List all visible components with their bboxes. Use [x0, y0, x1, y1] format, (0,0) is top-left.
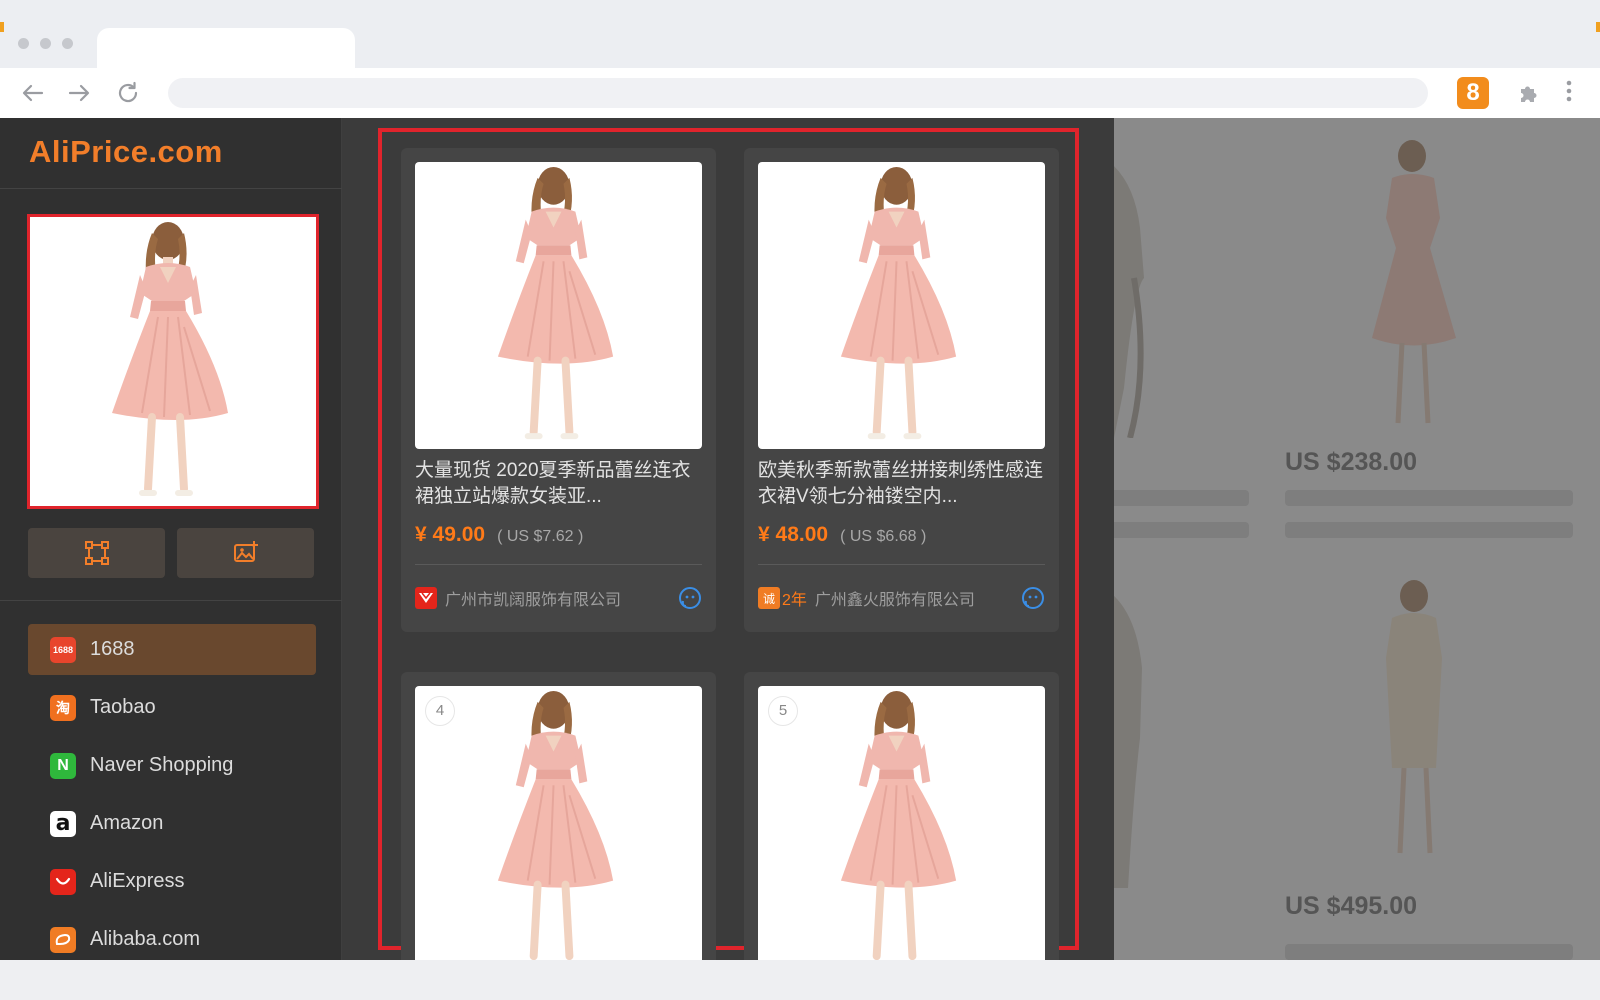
dress-image — [840, 166, 957, 440]
window-dot-close[interactable] — [18, 38, 29, 49]
1688-icon: 1688 — [50, 636, 76, 663]
chat-icon[interactable] — [678, 586, 702, 610]
window-corner-mark — [0, 22, 4, 32]
taobao-icon: 淘 — [50, 694, 76, 721]
reload-icon[interactable] — [115, 80, 141, 106]
site-list: 1688 1688 淘 Taobao N Naver Shopping a Am… — [28, 624, 316, 960]
image-upload-icon — [233, 541, 258, 562]
sidebar-item-alibaba[interactable]: Alibaba.com — [28, 914, 316, 960]
back-arrow-icon[interactable] — [20, 80, 46, 106]
aliprice-panel: AliPrice.com 1688 1688 淘 Taobao N Naver … — [0, 118, 1114, 960]
shop-row: 广州市凯阔服饰有限公司 — [415, 586, 702, 610]
background-product-image — [1372, 140, 1456, 424]
dress-image — [112, 222, 228, 496]
crop-button[interactable] — [28, 528, 165, 578]
background-placeholder-bar — [1114, 490, 1249, 506]
forward-arrow-icon[interactable] — [66, 80, 92, 106]
card-divider — [758, 564, 1045, 565]
background-placeholder-bar — [1285, 490, 1573, 506]
sidebar-item-naver-shopping[interactable]: N Naver Shopping — [28, 740, 316, 791]
browser-menu-icon[interactable] — [1562, 80, 1576, 106]
query-image[interactable] — [27, 214, 319, 509]
sidebar-item-label: Naver Shopping — [90, 754, 234, 776]
background-product-image — [1114, 595, 1142, 888]
background-price: US $495.00 — [1285, 892, 1418, 920]
product-card[interactable]: 欧美秋季新款蕾丝拼接刺绣性感连衣裙V领七分袖镂空内... ¥ 48.00 ( U… — [744, 148, 1059, 632]
window-controls[interactable] — [18, 38, 73, 49]
background-page: US $238.00 US $495.00 — [1114, 118, 1600, 960]
background-placeholder-bar — [1285, 522, 1573, 538]
background-product-image — [1386, 580, 1442, 854]
product-card[interactable]: 4 — [401, 672, 716, 960]
aliprice-extension-button[interactable]: 8 — [1457, 77, 1489, 109]
product-price-usd: ( US $6.68 ) — [840, 528, 927, 545]
product-image[interactable]: 5 — [758, 686, 1045, 960]
card-divider — [415, 564, 702, 565]
alibaba-icon — [50, 926, 76, 953]
window-dot-minimize[interactable] — [40, 38, 51, 49]
product-card[interactable]: 5 — [744, 672, 1059, 960]
verified-supplier-icon: 诚 — [758, 587, 780, 609]
product-price-usd: ( US $7.62 ) — [497, 528, 584, 545]
dress-image — [497, 690, 614, 960]
window-corner-mark-right — [1596, 22, 1600, 32]
browser-toolbar: 8 — [0, 68, 1600, 118]
sidebar-divider — [0, 600, 342, 601]
sidebar-divider — [0, 188, 342, 189]
sidebar-item-label: Taobao — [90, 696, 156, 718]
price-row: ¥ 48.00 ( US $6.68 ) — [758, 523, 926, 547]
shop-name[interactable]: 广州鑫火服饰有限公司 — [815, 586, 975, 610]
product-price: ¥ 48.00 — [758, 523, 829, 546]
sidebar: AliPrice.com 1688 1688 淘 Taobao N Naver … — [0, 118, 342, 960]
amazon-icon: a — [50, 810, 76, 837]
price-row: ¥ 49.00 ( US $7.62 ) — [415, 523, 583, 547]
background-placeholder-bar — [1285, 944, 1573, 960]
upload-image-button[interactable] — [177, 528, 314, 578]
address-bar[interactable] — [168, 78, 1428, 108]
shop-name[interactable]: 广州市凯阔服饰有限公司 — [445, 586, 621, 610]
extensions-puzzle-icon[interactable] — [1516, 80, 1542, 106]
product-image[interactable]: 4 — [415, 686, 702, 960]
shop-badge-icon — [415, 587, 437, 609]
background-price: US $238.00 — [1285, 448, 1418, 476]
product-card[interactable]: 大量现货 2020夏季新品蕾丝连衣裙独立站爆款女装亚... ¥ 49.00 ( … — [401, 148, 716, 632]
dress-image — [497, 166, 614, 440]
aliprice-logo: AliPrice.com — [29, 134, 223, 169]
sidebar-item-taobao[interactable]: 淘 Taobao — [28, 682, 316, 733]
sidebar-item-label: 1688 — [90, 638, 135, 660]
background-product-image — [1114, 166, 1144, 438]
product-image[interactable] — [415, 162, 702, 449]
naver-icon: N — [50, 752, 76, 779]
browser-tab[interactable] — [97, 28, 355, 68]
rank-badge: 4 — [425, 696, 455, 726]
aliexpress-icon — [50, 868, 76, 895]
sidebar-item-label: AliExpress — [90, 870, 185, 892]
rank-badge: 5 — [768, 696, 798, 726]
sidebar-item-aliexpress[interactable]: AliExpress — [28, 856, 316, 907]
chat-icon[interactable] — [1021, 586, 1045, 610]
sidebar-item-label: Amazon — [90, 812, 164, 834]
window-bottom-bar — [0, 960, 1600, 1000]
supplier-years: 2年 — [782, 592, 807, 609]
sidebar-item-1688[interactable]: 1688 1688 — [28, 624, 316, 675]
browser-tab-bar — [0, 0, 1600, 68]
shop-row: 诚 2年 广州鑫火服饰有限公司 — [758, 586, 1045, 610]
sidebar-item-label: Alibaba.com — [90, 928, 201, 950]
crop-icon — [84, 541, 109, 565]
window-dot-maximize[interactable] — [62, 38, 73, 49]
product-title[interactable]: 欧美秋季新款蕾丝拼接刺绣性感连衣裙V领七分袖镂空内... — [758, 458, 1048, 510]
sidebar-item-amazon[interactable]: a Amazon — [28, 798, 316, 849]
product-price: ¥ 49.00 — [415, 523, 486, 546]
dress-image — [840, 690, 957, 960]
product-image[interactable] — [758, 162, 1045, 449]
product-title[interactable]: 大量现货 2020夏季新品蕾丝连衣裙独立站爆款女装亚... — [415, 458, 705, 510]
background-placeholder-bar — [1114, 522, 1249, 538]
